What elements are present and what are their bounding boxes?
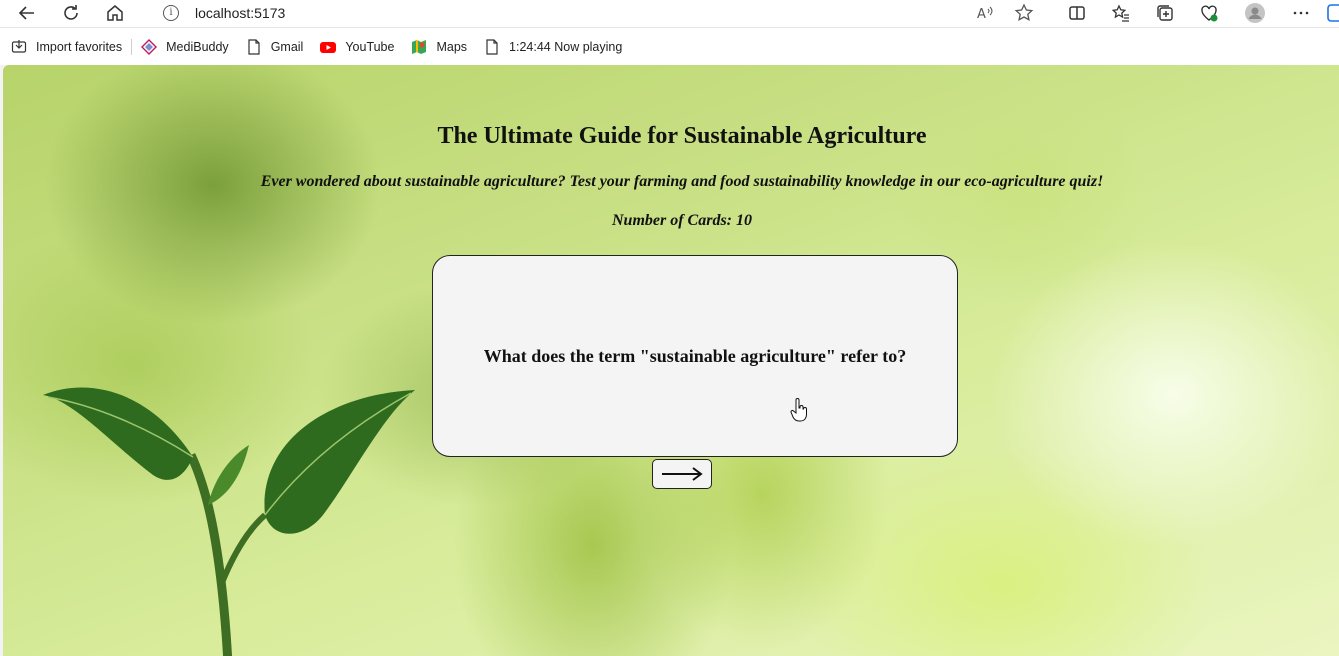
seedling-image — [43, 387, 415, 656]
bookmark-label: Maps — [436, 39, 468, 54]
bookmark-label: MediBuddy — [166, 39, 229, 54]
flashcard[interactable]: What does the term "sustainable agricult… — [432, 255, 958, 457]
arrow-right-icon — [662, 467, 703, 481]
bookmark-gmail[interactable]: Gmail — [246, 38, 304, 55]
medibuddy-icon — [141, 38, 158, 55]
bookmarks-bar: Import favorites MediBuddy Gmail YouTube… — [0, 28, 1339, 65]
bookmark-now-playing[interactable]: 1:24:44 Now playing — [484, 38, 623, 55]
back-icon[interactable] — [13, 0, 41, 26]
youtube-icon — [320, 39, 337, 55]
bookmark-youtube[interactable]: YouTube — [320, 39, 394, 55]
page-subtitle: Ever wondered about sustainable agricult… — [260, 173, 1104, 190]
browser-toolbar: i localhost:5173 A — [0, 0, 1339, 28]
bookmark-maps[interactable]: Maps — [411, 39, 467, 55]
copilot-icon[interactable] — [1326, 0, 1339, 26]
url-text: localhost:5173 — [195, 5, 286, 21]
next-card-button[interactable] — [652, 459, 712, 489]
address-bar[interactable]: i localhost:5173 — [146, 0, 1066, 26]
browser-essentials-icon[interactable] — [1195, 0, 1223, 26]
profile-avatar-icon[interactable] — [1241, 0, 1269, 26]
flashcard-question: What does the term "sustainable agricult… — [483, 345, 907, 366]
favorites-list-icon[interactable] — [1107, 0, 1135, 26]
split-screen-icon[interactable] — [1063, 0, 1091, 26]
page-icon — [246, 38, 262, 55]
import-icon — [11, 39, 27, 55]
page-viewport: The Ultimate Guide for Sustainable Agric… — [3, 65, 1339, 656]
bookmarks-divider — [131, 38, 133, 55]
bookmark-label: Import favorites — [36, 39, 123, 54]
bookmark-label: YouTube — [345, 39, 395, 54]
page-icon — [484, 38, 500, 55]
read-aloud-icon[interactable]: A — [971, 0, 999, 26]
bookmark-import-favorites[interactable]: Import favorites — [11, 39, 122, 55]
svg-text:A: A — [977, 7, 986, 22]
collections-icon[interactable] — [1151, 0, 1179, 26]
refresh-icon[interactable] — [57, 0, 85, 26]
home-icon[interactable] — [101, 0, 129, 26]
site-info-icon[interactable]: i — [163, 5, 179, 21]
bookmark-medibuddy[interactable]: MediBuddy — [141, 38, 229, 55]
more-options-icon[interactable] — [1287, 0, 1315, 26]
hand-pointer-cursor-icon — [790, 398, 807, 422]
maps-icon — [411, 39, 427, 55]
favorite-star-icon[interactable] — [1010, 0, 1038, 26]
bookmark-label: 1:24:44 Now playing — [509, 39, 623, 54]
card-count: Number of Cards: 10 — [611, 212, 752, 229]
bookmark-label: Gmail — [270, 39, 304, 54]
page-title: The Ultimate Guide for Sustainable Agric… — [437, 123, 927, 149]
